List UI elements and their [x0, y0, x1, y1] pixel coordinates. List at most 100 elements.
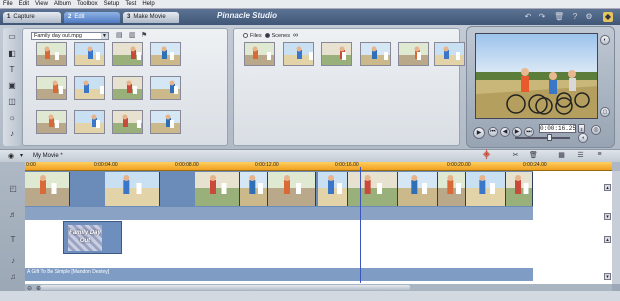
play-button[interactable]: ▶: [473, 127, 485, 139]
timecode-display[interactable]: 0:00:16.25: [539, 124, 576, 133]
scene-thumbnail[interactable]: [398, 42, 429, 66]
scene-thumbnail[interactable]: [244, 42, 275, 66]
rewind-button[interactable]: ⏮: [488, 127, 498, 137]
storyboard-view-icon[interactable]: ▦: [556, 151, 567, 160]
glasses-icon[interactable]: ∞: [293, 32, 298, 39]
razor-icon[interactable]: ⸎: [481, 151, 492, 160]
video-clip[interactable]: [240, 172, 268, 206]
music-track-scroll-icon[interactable]: ▾: [604, 273, 611, 280]
titles-icon[interactable]: T: [6, 64, 18, 76]
original-audio-track[interactable]: [25, 207, 533, 220]
eye-icon[interactable]: ◉: [8, 152, 14, 160]
track-scroll-up-icon[interactable]: ▴: [604, 184, 611, 191]
scene-thumbnail[interactable]: [36, 76, 67, 100]
step-back-button[interactable]: ◀: [500, 127, 510, 137]
toggle-icon[interactable]: ◐: [600, 35, 610, 45]
audio-track-icon[interactable]: ♬: [6, 210, 20, 220]
title-track-icon[interactable]: T: [6, 235, 20, 245]
fullscreen-icon[interactable]: ▢: [600, 107, 610, 117]
album-file-select[interactable]: Family day out.mpg ▼: [31, 32, 109, 40]
split-icon[interactable]: ✂: [510, 151, 521, 160]
folder-open-icon[interactable]: ▥: [129, 32, 137, 40]
text-view-icon[interactable]: ≡: [594, 151, 605, 160]
scene-thumbnail[interactable]: [36, 110, 67, 134]
title-clip[interactable]: Family Day Out: [63, 221, 122, 254]
sound-track-icon[interactable]: ♪: [6, 256, 20, 266]
scrub-slider-knob[interactable]: [547, 134, 552, 141]
video-scenes-icon[interactable]: ▭: [6, 31, 18, 43]
track-expand-icon[interactable]: ▴: [604, 236, 611, 243]
folder-icon[interactable]: ▤: [116, 32, 124, 40]
menu-edit[interactable]: Edit: [19, 1, 29, 7]
video-clip[interactable]: [318, 172, 348, 206]
redo-icon[interactable]: ↷: [537, 12, 547, 22]
scene-thumbnail[interactable]: [321, 42, 352, 66]
studio-window: File Edit View Album Toolbox Setup Test …: [0, 0, 620, 301]
scene-thumbnail[interactable]: [74, 110, 105, 134]
tab-make-movie[interactable]: 3 Make Movie: [123, 11, 179, 23]
video-clip[interactable]: [268, 172, 316, 206]
menu-setup[interactable]: Setup: [104, 1, 120, 7]
still-images-icon[interactable]: ▣: [6, 80, 18, 92]
help-icon[interactable]: ?: [570, 12, 580, 22]
scene-thumbnail[interactable]: [150, 110, 181, 134]
timecode-spin-icon[interactable]: ⇕: [578, 124, 585, 133]
sound-effects-icon[interactable]: ☼: [6, 112, 18, 124]
horizontal-scrollbar-thumb[interactable]: [40, 285, 410, 290]
movie-title: My Movie *: [33, 153, 63, 159]
delete-icon[interactable]: 🗑: [528, 151, 539, 160]
premium-icon[interactable]: ◆: [603, 12, 613, 22]
video-clip[interactable]: [398, 172, 438, 206]
music-track-icon[interactable]: ♫: [6, 272, 20, 282]
bookmark-icon[interactable]: ⚑: [141, 32, 149, 40]
video-clip[interactable]: [25, 172, 70, 206]
dropdown-icon[interactable]: ▾: [20, 152, 23, 159]
scene-thumbnail[interactable]: [150, 42, 181, 66]
video-clip[interactable]: [506, 172, 533, 206]
scene-thumbnail[interactable]: [283, 42, 314, 66]
scenes-radio[interactable]: [264, 33, 270, 38]
scene-thumbnail[interactable]: [150, 76, 181, 100]
timeline-ruler[interactable]: 0:00 0:00:04.00 0:00:08.00 0:00:12.00 0:…: [25, 162, 612, 171]
files-radio[interactable]: [243, 33, 248, 38]
vertical-scrollbar[interactable]: [612, 171, 620, 284]
track-scroll-down-icon[interactable]: ▾: [604, 213, 611, 220]
transitions-icon[interactable]: ◧: [6, 48, 18, 60]
volume-icon[interactable]: ◖: [578, 133, 588, 143]
menu-album[interactable]: Album: [54, 1, 71, 7]
disc-menus-icon[interactable]: ◫: [6, 96, 18, 108]
scene-thumbnail[interactable]: [112, 110, 143, 134]
scene-thumbnail[interactable]: [112, 76, 143, 100]
timeline-view-icon[interactable]: ☰: [575, 151, 586, 160]
menu-file[interactable]: File: [3, 1, 13, 7]
scene-thumbnail[interactable]: [74, 42, 105, 66]
scene-thumbnail[interactable]: [360, 42, 391, 66]
video-clip[interactable]: [348, 172, 398, 206]
preview-video: [475, 33, 598, 119]
camcorder-icon[interactable]: ◎: [591, 125, 601, 135]
menu-test[interactable]: Test: [125, 1, 136, 7]
scene-thumbnail[interactable]: [74, 76, 105, 100]
step-forward-button[interactable]: ▶: [512, 127, 522, 137]
fast-forward-button[interactable]: ⏭: [524, 127, 534, 137]
scrub-slider[interactable]: [515, 137, 570, 139]
video-clip[interactable]: [466, 172, 506, 206]
tab-edit[interactable]: 2 Edit: [64, 11, 120, 23]
video-clip[interactable]: [195, 172, 240, 206]
video-clip[interactable]: [105, 172, 160, 206]
menu-view[interactable]: View: [35, 1, 48, 7]
video-track-icon[interactable]: ◰: [6, 184, 20, 194]
menu-toolbox[interactable]: Toolbox: [77, 1, 98, 7]
scene-thumbnail[interactable]: [434, 42, 465, 66]
playhead[interactable]: [360, 167, 361, 283]
music-icon[interactable]: ♪: [6, 128, 18, 140]
scene-thumbnail[interactable]: [36, 42, 67, 66]
settings-icon[interactable]: ⚙: [584, 12, 594, 22]
scene-thumbnail[interactable]: [112, 42, 143, 66]
menu-help[interactable]: Help: [142, 1, 154, 7]
video-clip[interactable]: [438, 172, 466, 206]
music-track[interactable]: A Gift To Be Simple [Mandon Destey]: [25, 268, 533, 281]
trash-icon[interactable]: 🗑: [554, 12, 564, 22]
undo-icon[interactable]: ↶: [523, 12, 533, 22]
tab-capture[interactable]: 1 Capture: [3, 11, 61, 23]
